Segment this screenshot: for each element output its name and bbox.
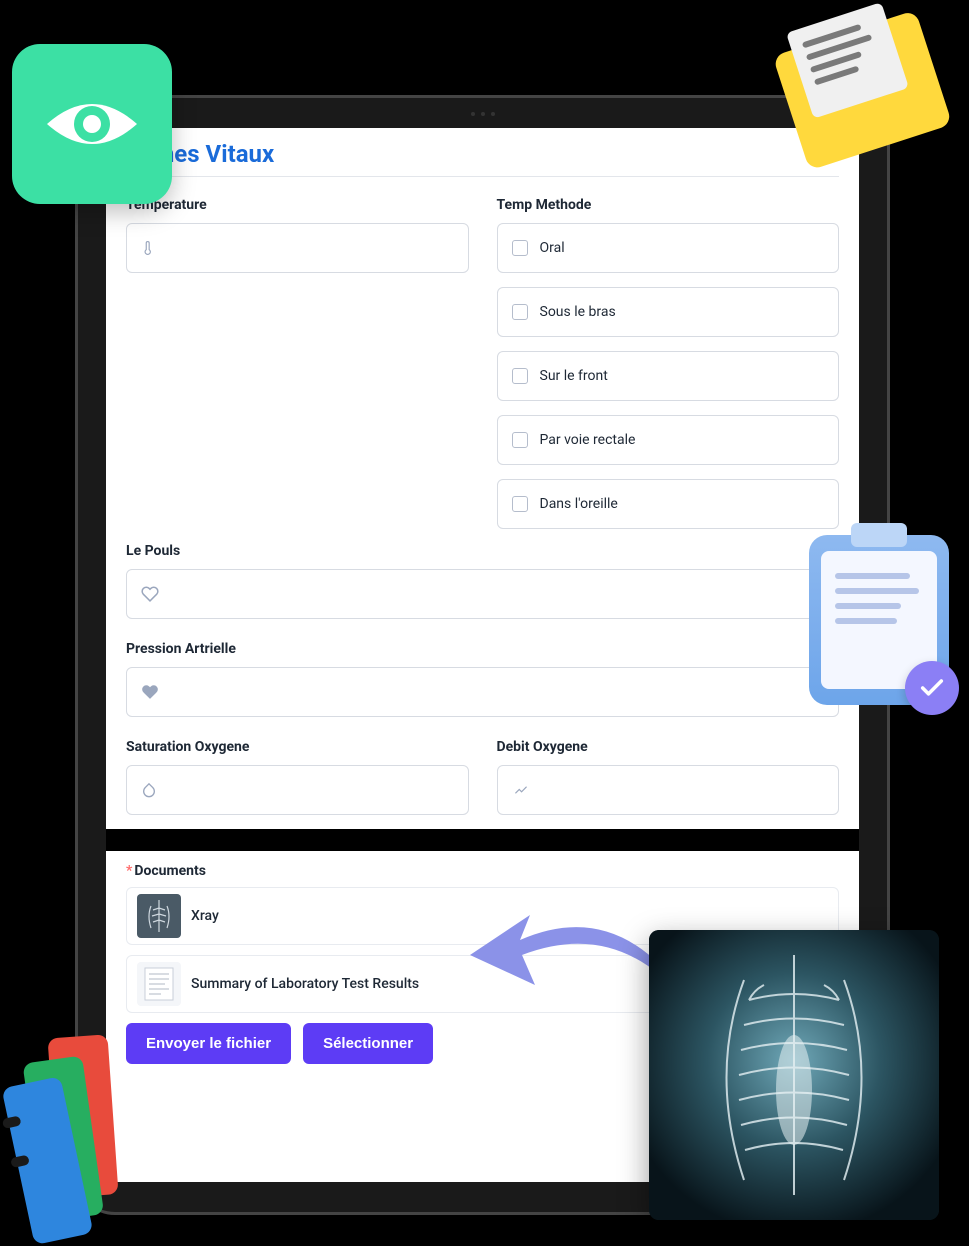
droplet-icon — [141, 781, 157, 799]
option-label: Oral — [540, 240, 565, 256]
oxygen-sat-label: Saturation Oxygene — [126, 739, 469, 755]
oxygen-flow-label: Debit Oxygene — [497, 739, 840, 755]
oxygen-sat-input[interactable] — [126, 765, 469, 815]
checkbox-icon[interactable] — [512, 496, 528, 512]
option-label: Sous le bras — [540, 304, 616, 320]
pulse-label: Le Pouls — [126, 543, 839, 559]
arrow-decoration — [460, 895, 670, 1005]
temp-method-option[interactable]: Sous le bras — [497, 287, 840, 337]
xray-image-decoration — [649, 930, 939, 1220]
required-asterisk: * — [126, 863, 132, 879]
temp-method-label: Temp Methode — [497, 197, 840, 213]
oxygen-flow-input[interactable] — [497, 765, 840, 815]
report-thumbnail — [137, 962, 181, 1006]
document-name: Xray — [191, 908, 219, 924]
oxygen-flow-field-group: Debit Oxygene — [497, 739, 840, 815]
eye-icon — [42, 89, 142, 159]
thermometer-icon — [141, 239, 155, 257]
checkbox-icon[interactable] — [512, 304, 528, 320]
temp-method-option[interactable]: Oral — [497, 223, 840, 273]
heart-outline-icon — [141, 585, 159, 603]
temp-method-option[interactable]: Dans l'oreille — [497, 479, 840, 529]
temp-method-group: Temp Methode Oral Sous le bras Sur le fron… — [497, 197, 840, 543]
pulse-field-group: Le Pouls — [126, 543, 839, 641]
divider-gap — [106, 829, 859, 851]
document-name: Summary of Laboratory Test Results — [191, 976, 419, 992]
check-icon — [905, 661, 959, 715]
clipboard-decoration — [809, 535, 949, 705]
blood-pressure-field-group: Pression Artrielle — [126, 641, 839, 739]
option-label: Sur le front — [540, 368, 608, 384]
temp-method-option[interactable]: Sur le front — [497, 351, 840, 401]
xray-thumbnail — [137, 894, 181, 938]
temp-method-option[interactable]: Par voie rectale — [497, 415, 840, 465]
checkbox-icon[interactable] — [512, 368, 528, 384]
trend-icon — [512, 783, 530, 797]
option-label: Par voie rectale — [540, 432, 636, 448]
eye-badge-decoration — [12, 44, 172, 204]
pulse-input[interactable] — [126, 569, 839, 619]
temperature-field-group: Temperature — [126, 197, 469, 543]
option-label: Dans l'oreille — [540, 496, 618, 512]
select-button[interactable]: Sélectionner — [303, 1023, 433, 1064]
blood-pressure-input[interactable] — [126, 667, 839, 717]
temperature-input[interactable] — [126, 223, 469, 273]
temperature-label: Temperature — [126, 197, 469, 213]
blood-pressure-label: Pression Artrielle — [126, 641, 839, 657]
checkbox-icon[interactable] — [512, 240, 528, 256]
heart-filled-icon — [141, 683, 159, 701]
checkbox-icon[interactable] — [512, 432, 528, 448]
section-header[interactable]: Signes Vitaux — [126, 140, 839, 177]
documents-label: Documents — [134, 863, 206, 879]
oxygen-sat-field-group: Saturation Oxygene — [126, 739, 469, 815]
